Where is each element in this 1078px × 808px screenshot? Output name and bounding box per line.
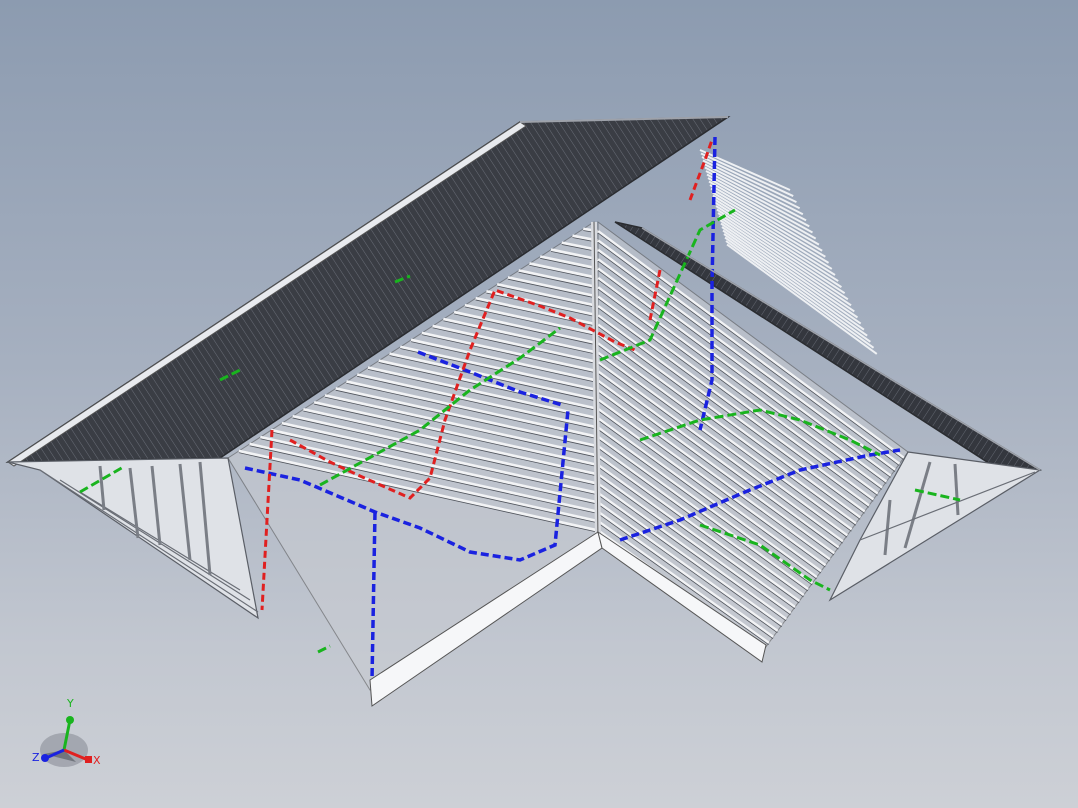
y-axis-label: Y xyxy=(67,697,74,710)
z-axis-tip xyxy=(41,754,49,762)
graphics-viewport[interactable]: Y X Z xyxy=(0,0,1078,808)
y-axis-tip xyxy=(66,716,74,724)
view-orientation-triad: Y X Z xyxy=(22,692,112,776)
z-axis-label: Z xyxy=(32,751,40,764)
back-rafter xyxy=(721,226,862,325)
roof-truss-model[interactable] xyxy=(0,0,1078,808)
x-axis-label: X xyxy=(93,754,101,767)
x-axis-tip xyxy=(85,756,92,763)
